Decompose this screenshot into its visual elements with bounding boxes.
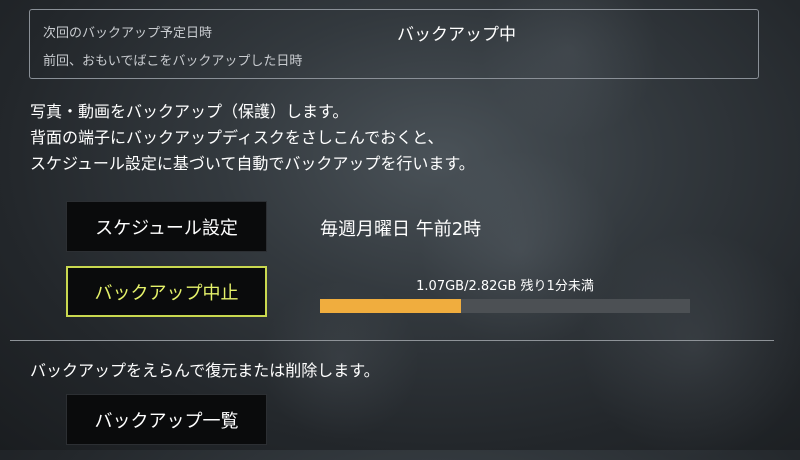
restore-description: バックアップをえらんで復元または削除します。 xyxy=(30,361,380,380)
schedule-settings-button[interactable]: スケジュール設定 xyxy=(66,201,267,252)
progress-bar xyxy=(320,299,690,313)
background-bokeh xyxy=(580,230,800,460)
description-line: スケジュール設定に基づいて自動でバックアップを行います。 xyxy=(30,154,475,173)
backup-list-button[interactable]: バックアップ一覧 xyxy=(66,394,267,445)
background-bokeh xyxy=(420,150,620,350)
progress-text: 1.07GB/2.82GB 残り1分未満 xyxy=(416,279,594,294)
stop-backup-button[interactable]: バックアップ中止 xyxy=(66,266,267,317)
last-backup-label: 前回、おもいでばこをバックアップした日時 xyxy=(43,54,303,69)
section-divider xyxy=(10,340,774,341)
backup-status-panel: 次回のバックアップ予定日時 前回、おもいでばこをバックアップした日時 バックアッ… xyxy=(29,9,759,79)
backup-description: 写真・動画をバックアップ（保護）します。 背面の端子にバックアップディスクをさし… xyxy=(30,99,475,177)
schedule-value: 毎週月曜日 午前2時 xyxy=(320,219,482,240)
progress-bar-fill xyxy=(320,299,461,313)
backup-state-text: バックアップ中 xyxy=(397,25,516,45)
next-backup-label: 次回のバックアップ予定日時 xyxy=(43,26,213,41)
description-line: 写真・動画をバックアップ（保護）します。 xyxy=(30,102,349,121)
description-line: 背面の端子にバックアップディスクをさしこんでおくと、 xyxy=(30,128,444,147)
